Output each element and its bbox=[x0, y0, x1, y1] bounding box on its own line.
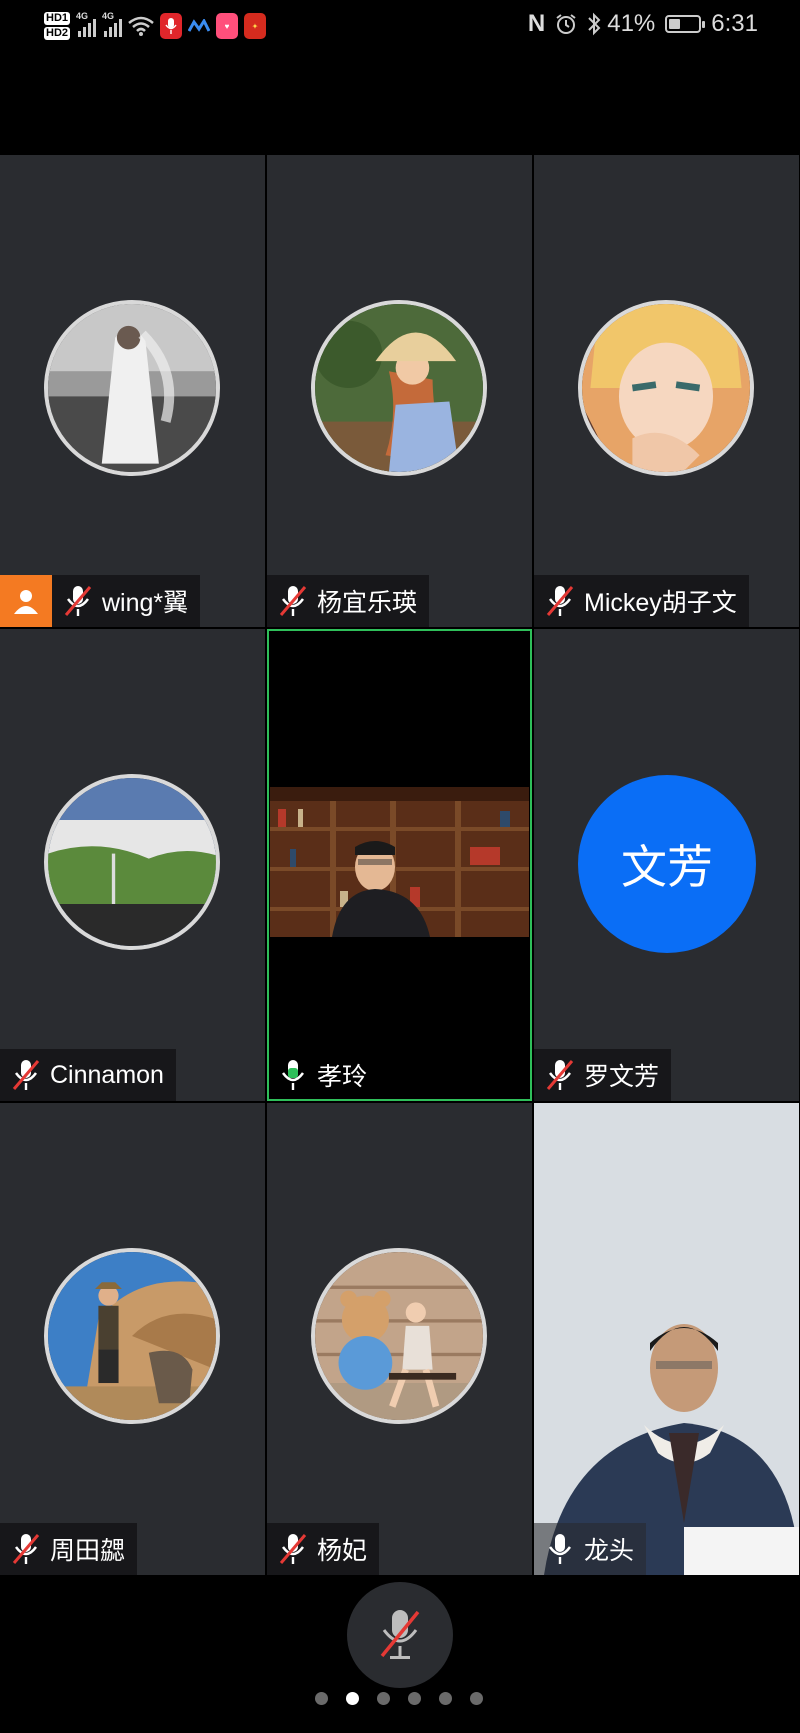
participant-name: 杨宜乐瑛 bbox=[317, 589, 418, 617]
name-tag: Cinnamon bbox=[0, 1049, 176, 1101]
battery-icon bbox=[665, 15, 706, 33]
participant-tile[interactable]: 杨妃 bbox=[267, 1103, 532, 1575]
page-dot[interactable] bbox=[439, 1692, 452, 1705]
mic-muted-icon bbox=[12, 1534, 40, 1564]
hd1-label: HD1 bbox=[44, 12, 71, 25]
name-tag: wing*翼 bbox=[0, 575, 201, 627]
mute-toggle-button[interactable] bbox=[347, 1582, 453, 1688]
bluetooth-icon bbox=[588, 12, 601, 36]
page-dot[interactable] bbox=[315, 1692, 328, 1705]
network-type-label: 4G bbox=[102, 11, 115, 21]
signal-icon: 4G bbox=[102, 11, 123, 37]
name-tag: 孝玲 bbox=[267, 1049, 379, 1101]
participant-tile[interactable]: wing*翼 bbox=[0, 155, 265, 627]
participant-name: Cinnamon bbox=[50, 1060, 164, 1089]
bottom-bar bbox=[0, 1576, 800, 1733]
avatar bbox=[44, 300, 220, 476]
avatar bbox=[578, 300, 754, 476]
name-tag: Mickey胡子文 bbox=[534, 575, 749, 627]
participant-name: 周田勰 bbox=[50, 1537, 126, 1565]
mic-muted-icon bbox=[546, 586, 574, 616]
mic-muted-icon bbox=[546, 1060, 574, 1090]
wifi-icon bbox=[128, 16, 154, 36]
participant-tile[interactable]: Mickey胡子文 bbox=[534, 155, 799, 627]
participant-name: 龙头 bbox=[584, 1537, 635, 1565]
status-right: N 41% 6:31 bbox=[528, 10, 758, 38]
participant-tile[interactable]: 杨宜乐瑛 bbox=[267, 155, 532, 627]
page-dot[interactable] bbox=[408, 1692, 421, 1705]
page-indicator[interactable] bbox=[315, 1692, 483, 1705]
participant-tile[interactable]: 周田勰 bbox=[0, 1103, 265, 1575]
participant-grid: wing*翼 杨宜乐瑛 Mickey胡子文 Cinnamon 孝玲 文芳 罗文芳… bbox=[0, 155, 800, 1576]
avatar bbox=[311, 300, 487, 476]
clock: 6:31 bbox=[711, 10, 758, 37]
recorder-app-icon bbox=[160, 13, 183, 39]
nfc-icon: N bbox=[527, 10, 546, 37]
hd-voice-icon: HD1 HD2 bbox=[44, 12, 71, 40]
hd2-label: HD2 bbox=[44, 27, 71, 40]
signal-icon: 4G bbox=[76, 11, 97, 37]
video-feed bbox=[270, 787, 529, 937]
participant-name: 罗文芳 bbox=[584, 1063, 660, 1091]
participant-name: Mickey胡子文 bbox=[584, 589, 737, 617]
initials-avatar: 文芳 bbox=[578, 775, 756, 953]
video-feed bbox=[534, 1103, 799, 1575]
mic-muted-icon bbox=[279, 1534, 307, 1564]
mic-muted-icon bbox=[64, 586, 92, 616]
battery-percent: 41% bbox=[607, 10, 656, 37]
participant-tile[interactable]: 文芳 罗文芳 bbox=[534, 629, 799, 1101]
name-tag: 周田勰 bbox=[0, 1523, 138, 1575]
mic-speaking-icon bbox=[281, 1060, 305, 1090]
avatar bbox=[311, 1248, 487, 1424]
participant-name: 孝玲 bbox=[317, 1063, 368, 1091]
page-dot[interactable] bbox=[346, 1692, 359, 1705]
name-tag: 龙头 bbox=[534, 1523, 647, 1575]
participant-tile[interactable]: 龙头 bbox=[534, 1103, 799, 1575]
shopping-app-icon: ♥ bbox=[216, 13, 239, 39]
name-tag: 罗文芳 bbox=[534, 1049, 672, 1101]
avatar bbox=[44, 1248, 220, 1424]
alarm-icon bbox=[556, 14, 576, 34]
page-dot[interactable] bbox=[377, 1692, 390, 1705]
mic-icon bbox=[548, 1534, 572, 1564]
network-type-label: 4G bbox=[76, 11, 89, 21]
status-left: HD1 HD2 4G 4G ♥ ✦ bbox=[44, 6, 267, 46]
participant-tile-active[interactable]: 孝玲 bbox=[267, 629, 532, 1101]
name-tag: 杨妃 bbox=[267, 1523, 380, 1575]
avatar bbox=[44, 774, 220, 950]
host-icon bbox=[0, 575, 52, 627]
mic-muted-icon bbox=[12, 1060, 40, 1090]
page-dot[interactable] bbox=[470, 1692, 483, 1705]
sale-app-icon: ✦ bbox=[244, 13, 267, 39]
meeting-app-icon bbox=[188, 19, 211, 32]
participant-name: wing*翼 bbox=[102, 589, 189, 617]
participant-tile[interactable]: Cinnamon bbox=[0, 629, 265, 1101]
participant-name: 杨妃 bbox=[317, 1537, 368, 1565]
name-tag: 杨宜乐瑛 bbox=[267, 575, 430, 627]
status-bar: HD1 HD2 4G 4G ♥ ✦ N 41% 6:31 bbox=[0, 0, 800, 52]
mic-muted-icon bbox=[279, 586, 307, 616]
mic-muted-icon bbox=[380, 1610, 420, 1659]
